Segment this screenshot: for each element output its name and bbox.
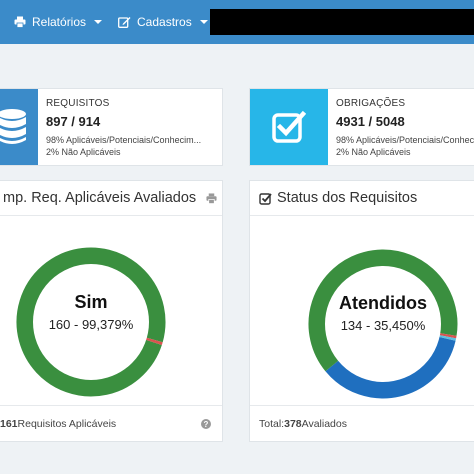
stat-icon-box <box>0 89 38 165</box>
footer-count: 161 <box>0 418 18 430</box>
stat-card-obrigacoes[interactable]: OBRIGAÇÕES 4931 / 5048 98% Aplicáveis/Po… <box>249 88 474 166</box>
help-icon[interactable]: ? <box>201 419 211 429</box>
database-icon <box>0 109 26 144</box>
checkbox-small-icon <box>259 192 272 205</box>
donut-center-value: 160 - 99,379% <box>49 317 134 332</box>
chevron-down-icon <box>199 20 208 24</box>
donut-segment-0[interactable] <box>325 336 456 399</box>
panel-title-text: mp. Req. Aplicáveis Avaliados <box>3 190 197 206</box>
footer-count: 378 <box>284 418 302 430</box>
top-navbar: Relatórios Cadastros <box>0 0 474 44</box>
donut-chart-atendidos[interactable]: Atendidos 134 - 35,450% <box>250 221 474 401</box>
chevron-down-icon <box>94 20 103 24</box>
panel-title: mp. Req. Aplicáveis Avaliados <box>3 181 217 215</box>
divider <box>250 215 474 216</box>
panel-req-aplicaveis: mp. Req. Aplicáveis Avaliados Sim 160 - … <box>0 180 223 442</box>
nav-relatorios[interactable]: Relatórios <box>14 0 103 44</box>
edit-icon <box>118 17 131 28</box>
stat-not-applicable: 2% Não Aplicáveis <box>46 146 121 157</box>
stat-applicable: 98% Aplicáveis/Potenciais/Conhecim... <box>336 134 474 145</box>
donut-center-label: Sim <box>74 292 107 312</box>
panel-title-text: Status dos Requisitos <box>277 190 418 206</box>
donut-chart-sim[interactable]: Sim 160 - 99,379% <box>0 221 224 401</box>
footer-text: Avaliados <box>301 418 347 430</box>
stat-label: REQUISITOS <box>46 98 110 109</box>
donut-center-value: 134 - 35,450% <box>341 318 426 333</box>
redacted-area <box>210 9 474 35</box>
footer-prefix: Total: <box>259 418 285 430</box>
nav-cadastros-label: Cadastros <box>137 15 192 29</box>
donut-center-label: Atendidos <box>339 293 427 313</box>
panel-footer: Total: 378 Avaliados <box>259 406 347 442</box>
stat-value: 4931 / 5048 <box>336 114 405 129</box>
stat-card-requisitos[interactable]: REQUISITOS 897 / 914 98% Aplicáveis/Pote… <box>0 88 223 166</box>
nav-relatorios-label: Relatórios <box>32 15 87 29</box>
stat-value: 897 / 914 <box>46 114 101 129</box>
stat-label: OBRIGAÇÕES <box>336 98 406 109</box>
divider <box>0 215 222 216</box>
print-icon[interactable] <box>206 192 217 204</box>
print-icon <box>14 16 26 28</box>
nav-cadastros[interactable]: Cadastros <box>118 0 208 44</box>
svg-text:?: ? <box>204 420 209 429</box>
panel-status-requisitos: Status dos Requisitos Atendidos 134 - 35… <box>249 180 474 442</box>
panel-footer: 161 Requisitos Aplicáveis <box>0 406 116 442</box>
checkbox-icon <box>272 110 306 143</box>
stat-applicable: 98% Aplicáveis/Potenciais/Conhecim... <box>46 134 202 145</box>
footer-text: Requisitos Aplicáveis <box>17 418 117 430</box>
stat-icon-box <box>250 89 328 165</box>
panel-title: Status dos Requisitos <box>259 181 417 215</box>
donut-segment-1[interactable] <box>145 337 163 346</box>
stat-not-applicable: 2% Não Aplicáveis <box>336 146 411 157</box>
